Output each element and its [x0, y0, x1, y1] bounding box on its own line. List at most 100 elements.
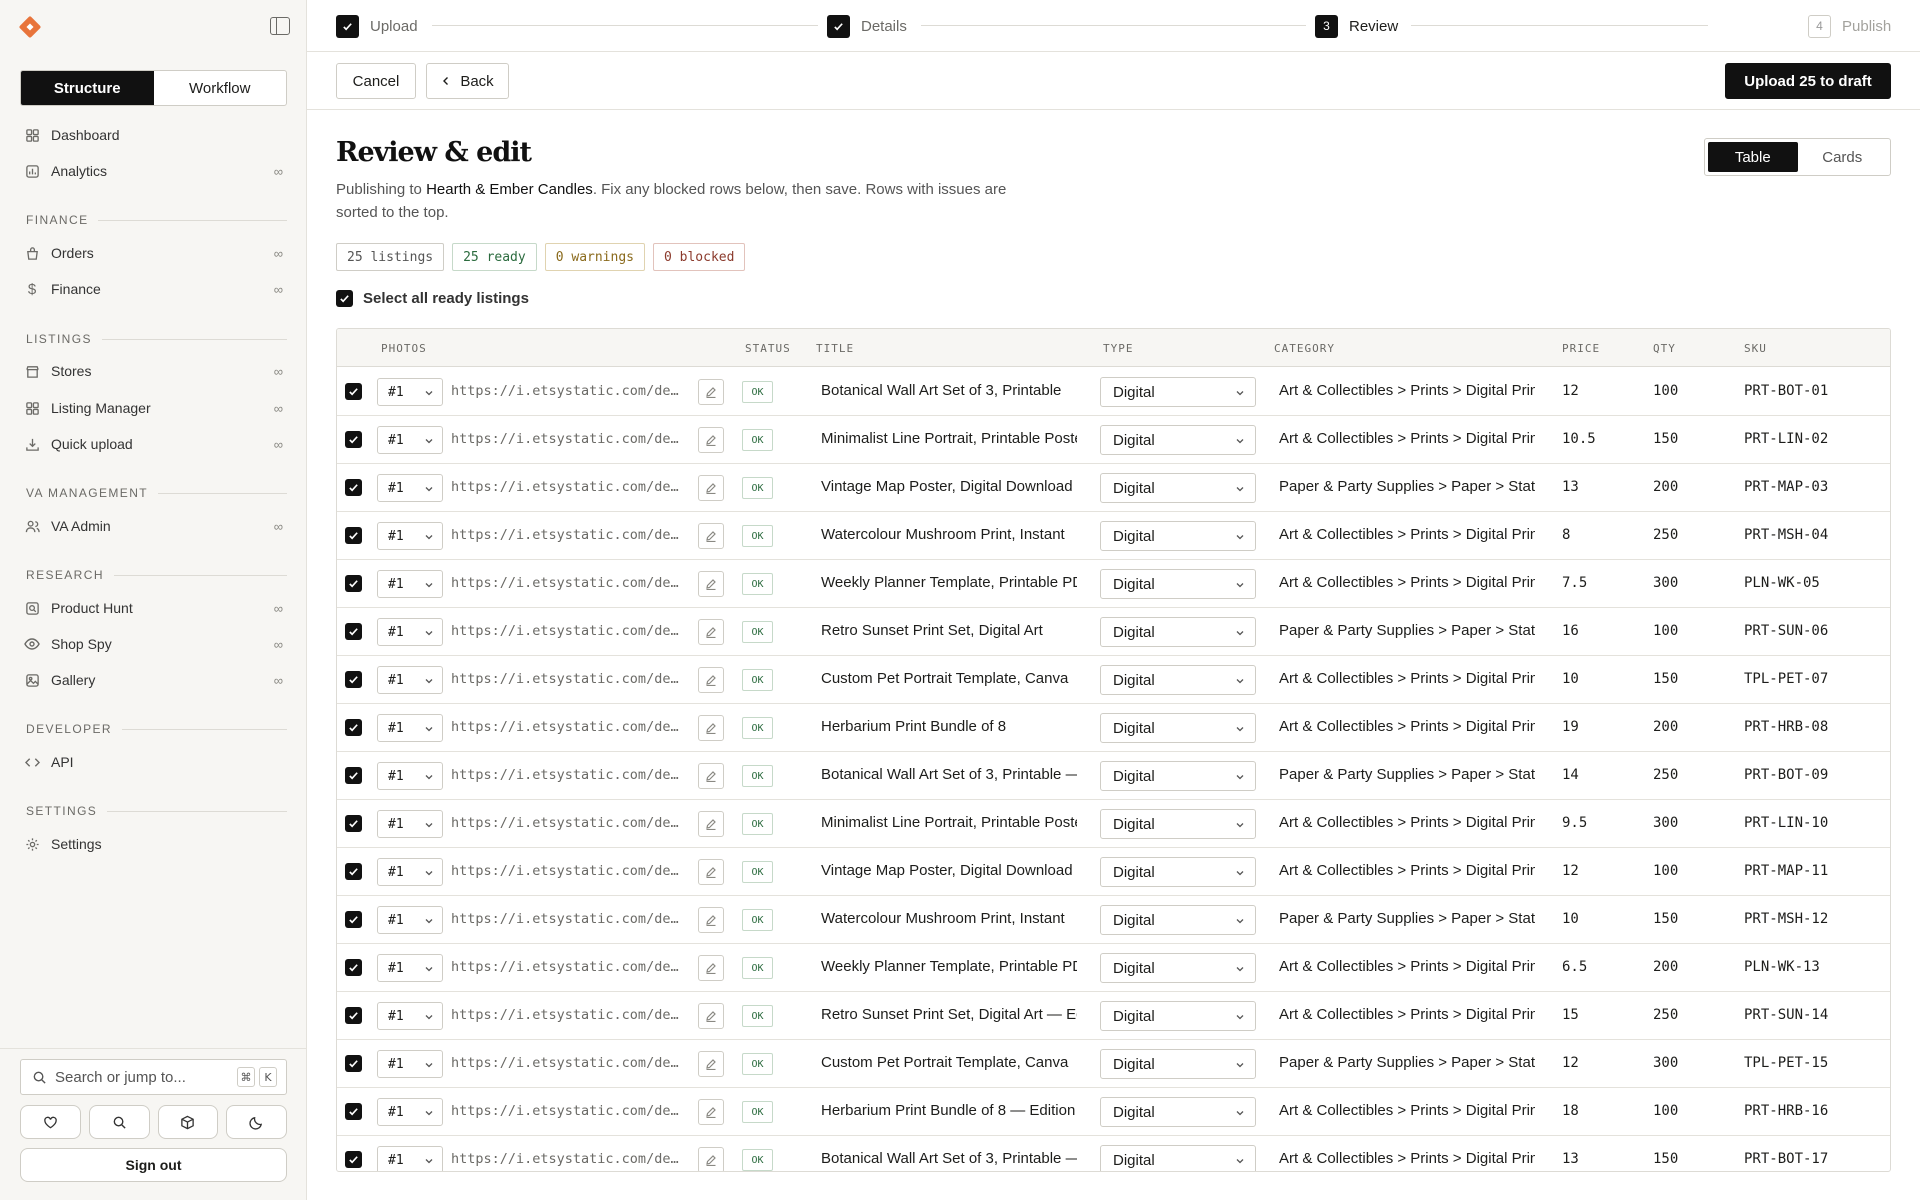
- photo-select[interactable]: #1: [377, 378, 443, 406]
- row-checkbox[interactable]: [345, 959, 362, 976]
- type-select[interactable]: Digital: [1100, 521, 1256, 551]
- title-field[interactable]: Weekly Planner Template, Printable PDF: [821, 574, 1077, 591]
- photo-url[interactable]: https://i.etsystatic.com/demo: [451, 431, 684, 447]
- qty-field[interactable]: 100: [1653, 863, 1678, 879]
- price-field[interactable]: 12: [1562, 1055, 1579, 1071]
- row-checkbox[interactable]: [345, 1103, 362, 1120]
- qty-field[interactable]: 100: [1653, 1103, 1678, 1119]
- row-checkbox[interactable]: [345, 719, 362, 736]
- qty-field[interactable]: 100: [1653, 623, 1678, 639]
- row-checkbox[interactable]: [345, 767, 362, 784]
- type-select[interactable]: Digital: [1100, 1145, 1256, 1171]
- photo-select[interactable]: #1: [377, 954, 443, 982]
- category-field[interactable]: Paper & Party Supplies > Paper > Station…: [1279, 478, 1535, 495]
- photo-select[interactable]: #1: [377, 570, 443, 598]
- sidebar-item-finance[interactable]: $ Finance ∞: [20, 276, 287, 302]
- edit-photo-button[interactable]: [698, 667, 724, 693]
- edit-photo-button[interactable]: [698, 523, 724, 549]
- qty-field[interactable]: 100: [1653, 383, 1678, 399]
- price-field[interactable]: 15: [1562, 1007, 1579, 1023]
- title-field[interactable]: Custom Pet Portrait Template, Canva: [821, 1054, 1077, 1071]
- qty-field[interactable]: 200: [1653, 719, 1678, 735]
- upload-to-draft-button[interactable]: Upload 25 to draft: [1725, 63, 1891, 99]
- package-button[interactable]: [157, 1105, 219, 1139]
- category-field[interactable]: Paper & Party Supplies > Paper > Station…: [1279, 622, 1535, 639]
- photo-select[interactable]: #1: [377, 1050, 443, 1078]
- title-field[interactable]: Retro Sunset Print Set, Digital Art: [821, 622, 1077, 639]
- qty-field[interactable]: 200: [1653, 959, 1678, 975]
- row-checkbox[interactable]: [345, 623, 362, 640]
- price-field[interactable]: 10: [1562, 671, 1579, 687]
- category-field[interactable]: Paper & Party Supplies > Paper > Station…: [1279, 910, 1535, 927]
- type-select[interactable]: Digital: [1100, 953, 1256, 983]
- edit-photo-button[interactable]: [698, 763, 724, 789]
- photo-url[interactable]: https://i.etsystatic.com/demo: [451, 959, 684, 975]
- photo-select[interactable]: #1: [377, 1098, 443, 1126]
- sidebar-item-stores[interactable]: Stores ∞: [20, 358, 287, 384]
- category-field[interactable]: Paper & Party Supplies > Paper > Station…: [1279, 1054, 1535, 1071]
- search-button[interactable]: [88, 1105, 150, 1139]
- photo-select[interactable]: #1: [377, 426, 443, 454]
- sidebar-item-gallery[interactable]: Gallery ∞: [20, 667, 287, 693]
- category-field[interactable]: Paper & Party Supplies > Paper > Station…: [1279, 766, 1535, 783]
- photo-url[interactable]: https://i.etsystatic.com/demo: [451, 815, 684, 831]
- sku-field[interactable]: PRT-MAP-03: [1744, 479, 1828, 495]
- category-field[interactable]: Art & Collectibles > Prints > Digital Pr…: [1279, 430, 1535, 447]
- type-select[interactable]: Digital: [1100, 617, 1256, 647]
- qty-field[interactable]: 250: [1653, 1007, 1678, 1023]
- tab-structure[interactable]: Structure: [21, 71, 154, 105]
- edit-photo-button[interactable]: [698, 1003, 724, 1029]
- edit-photo-button[interactable]: [698, 379, 724, 405]
- edit-photo-button[interactable]: [698, 715, 724, 741]
- qty-field[interactable]: 250: [1653, 767, 1678, 783]
- qty-field[interactable]: 150: [1653, 1151, 1678, 1167]
- photo-url[interactable]: https://i.etsystatic.com/demo: [451, 767, 684, 783]
- cancel-button[interactable]: Cancel: [336, 63, 416, 99]
- type-select[interactable]: Digital: [1100, 665, 1256, 695]
- edit-photo-button[interactable]: [698, 955, 724, 981]
- sidebar-item-settings[interactable]: Settings: [20, 831, 287, 857]
- edit-photo-button[interactable]: [698, 1051, 724, 1077]
- price-field[interactable]: 8: [1562, 527, 1570, 543]
- title-field[interactable]: Herbarium Print Bundle of 8 — Edition 2: [821, 1102, 1077, 1119]
- row-checkbox[interactable]: [345, 431, 362, 448]
- logo-icon[interactable]: [18, 15, 42, 39]
- type-select[interactable]: Digital: [1100, 473, 1256, 503]
- price-field[interactable]: 7.5: [1562, 575, 1587, 591]
- category-field[interactable]: Art & Collectibles > Prints > Digital Pr…: [1279, 718, 1535, 735]
- sidebar-item-orders[interactable]: Orders ∞: [20, 240, 287, 266]
- title-field[interactable]: Custom Pet Portrait Template, Canva: [821, 670, 1077, 687]
- photo-select[interactable]: #1: [377, 906, 443, 934]
- photo-url[interactable]: https://i.etsystatic.com/demo: [451, 1151, 684, 1167]
- type-select[interactable]: Digital: [1100, 1001, 1256, 1031]
- category-field[interactable]: Art & Collectibles > Prints > Digital Pr…: [1279, 1102, 1535, 1119]
- photo-select[interactable]: #1: [377, 474, 443, 502]
- category-field[interactable]: Art & Collectibles > Prints > Digital Pr…: [1279, 1006, 1535, 1023]
- sidebar-item-listing-manager[interactable]: Listing Manager ∞: [20, 395, 287, 421]
- row-checkbox[interactable]: [345, 383, 362, 400]
- photo-url[interactable]: https://i.etsystatic.com/demo: [451, 863, 684, 879]
- sidebar-toggle-icon[interactable]: [270, 17, 290, 35]
- title-field[interactable]: Herbarium Print Bundle of 8: [821, 718, 1077, 735]
- price-field[interactable]: 12: [1562, 383, 1579, 399]
- qty-field[interactable]: 300: [1653, 575, 1678, 591]
- type-select[interactable]: Digital: [1100, 1097, 1256, 1127]
- sku-field[interactable]: PRT-HRB-16: [1744, 1103, 1828, 1119]
- title-field[interactable]: Minimalist Line Portrait, Printable Post…: [821, 430, 1077, 447]
- title-field[interactable]: Watercolour Mushroom Print, Instant: [821, 910, 1077, 927]
- category-field[interactable]: Art & Collectibles > Prints > Digital Pr…: [1279, 958, 1535, 975]
- edit-photo-button[interactable]: [698, 1147, 724, 1171]
- type-select[interactable]: Digital: [1100, 761, 1256, 791]
- step-upload[interactable]: Upload: [336, 14, 418, 38]
- sidebar-item-shop-spy[interactable]: Shop Spy ∞: [20, 631, 287, 657]
- sidebar-item-quick-upload[interactable]: Quick upload ∞: [20, 431, 287, 457]
- photo-url[interactable]: https://i.etsystatic.com/demo: [451, 479, 684, 495]
- edit-photo-button[interactable]: [698, 859, 724, 885]
- favorites-button[interactable]: [20, 1105, 81, 1139]
- row-checkbox[interactable]: [345, 479, 362, 496]
- price-field[interactable]: 13: [1562, 1151, 1579, 1167]
- title-field[interactable]: Vintage Map Poster, Digital Download: [821, 478, 1077, 495]
- select-all-ready[interactable]: Select all ready listings: [336, 290, 529, 307]
- photo-select[interactable]: #1: [377, 714, 443, 742]
- step-review[interactable]: 3 Review: [1315, 14, 1398, 38]
